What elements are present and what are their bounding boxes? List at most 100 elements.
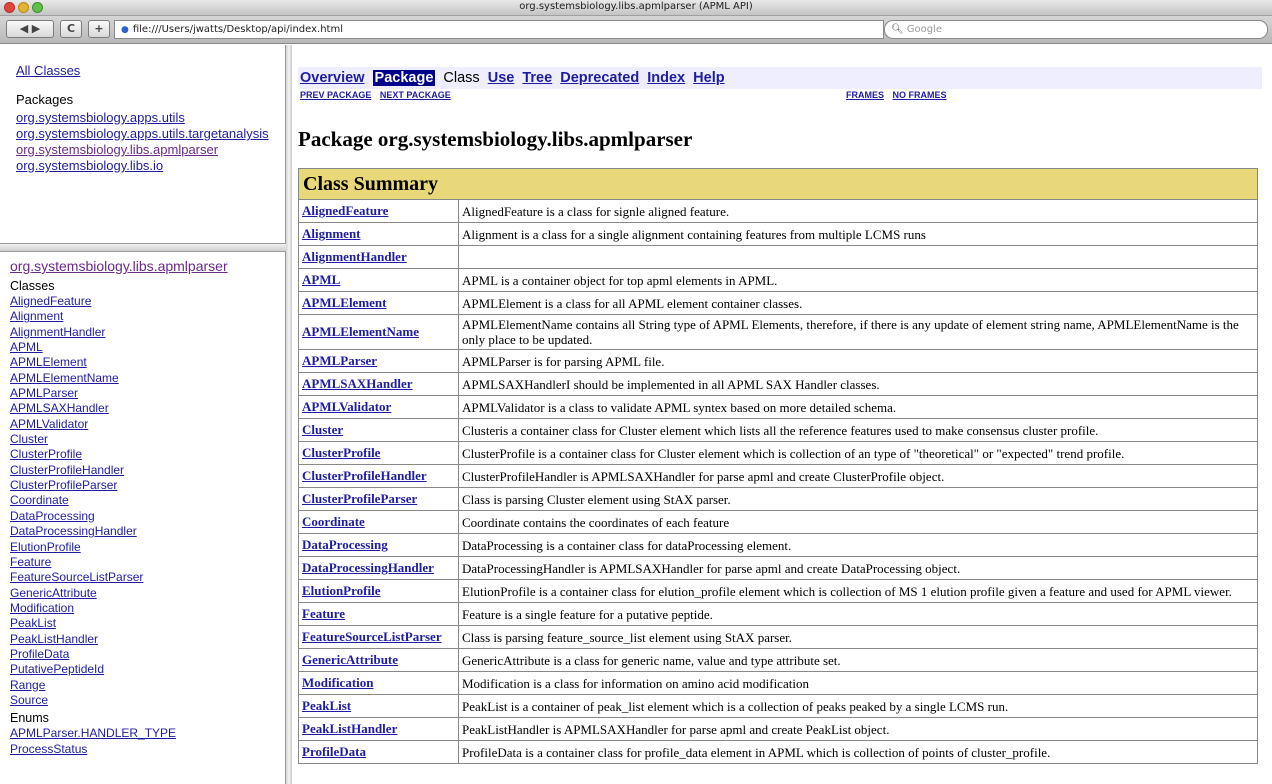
- class-name-link[interactable]: ClusterProfile: [298, 441, 459, 465]
- table-row: PeakListHandler PeakListHandler is APMLSA…: [298, 717, 1258, 741]
- nav-help-link[interactable]: Help: [693, 70, 724, 86]
- table-row: APMLElementName APMLElementName contains …: [298, 314, 1258, 350]
- class-link[interactable]: ProfileData: [10, 647, 285, 662]
- class-description: ClusterProfile is a container class for …: [458, 441, 1258, 465]
- class-name-link[interactable]: FeatureSourceListParser: [298, 625, 459, 649]
- class-name-link[interactable]: AlignmentHandler: [298, 245, 459, 269]
- class-link[interactable]: ClusterProfileHandler: [10, 463, 285, 478]
- class-name-link[interactable]: APMLValidator: [298, 395, 459, 419]
- enum-link[interactable]: APMLParser.HANDLER_TYPE: [10, 726, 285, 741]
- class-name-link[interactable]: APMLSAXHandler: [298, 372, 459, 396]
- class-description: [458, 245, 1258, 269]
- class-link[interactable]: APMLParser: [10, 386, 285, 401]
- table-row: APMLSAXHandler APMLSAXHandlerI should be …: [298, 372, 1258, 396]
- class-name-link[interactable]: Cluster: [298, 418, 459, 442]
- class-description: Feature is a single feature for a putati…: [458, 602, 1258, 626]
- table-row: Modification Modification is a class for …: [298, 671, 1258, 695]
- class-name-link[interactable]: Modification: [298, 671, 459, 695]
- class-name-link[interactable]: Feature: [298, 602, 459, 626]
- class-name-link[interactable]: APMLElement: [298, 291, 459, 315]
- class-list: AlignedFeature Alignment AlignmentHandler A…: [10, 294, 285, 708]
- class-link[interactable]: PutativePeptideId: [10, 662, 285, 677]
- frames-link[interactable]: FRAMES: [846, 90, 884, 100]
- class-link[interactable]: ClusterProfile: [10, 447, 285, 462]
- class-link[interactable]: AlignedFeature: [10, 294, 285, 309]
- class-name-link[interactable]: DataProcessing: [298, 533, 459, 557]
- class-link[interactable]: ClusterProfileParser: [10, 478, 285, 493]
- window-titlebar: org.systemsbiology.libs.apmlparser (APML…: [0, 0, 1272, 16]
- class-name-link[interactable]: PeakList: [298, 694, 459, 718]
- class-link[interactable]: Range: [10, 678, 285, 693]
- class-description: ProfileData is a container class for pro…: [458, 740, 1258, 764]
- classes-header: Classes: [10, 279, 55, 293]
- package-link[interactable]: org.systemsbiology.apps.utils.targetanal…: [16, 126, 285, 142]
- address-bar[interactable]: ● file:///Users/jwatts/Desktop/api/index.…: [114, 20, 884, 39]
- nav-overview-link[interactable]: Overview: [300, 70, 365, 86]
- all-classes-link[interactable]: All Classes: [16, 63, 285, 78]
- frame-splitter-horizontal[interactable]: [0, 243, 286, 252]
- class-link[interactable]: APMLValidator: [10, 417, 285, 432]
- class-link[interactable]: APMLElement: [10, 355, 285, 370]
- class-name-link[interactable]: ClusterProfileParser: [298, 487, 459, 511]
- package-link[interactable]: org.systemsbiology.libs.apmlparser: [16, 142, 285, 158]
- nav-index-link[interactable]: Index: [647, 70, 685, 86]
- enums-header: Enums: [10, 711, 49, 726]
- prev-package-link[interactable]: PREV PACKAGE: [300, 90, 371, 100]
- table-row: APML APML is a container object for top a…: [298, 268, 1258, 292]
- frames-links: FRAMES NO FRAMES: [846, 89, 953, 101]
- class-link[interactable]: FeatureSourceListParser: [10, 570, 285, 585]
- search-field[interactable]: 🔍︎ Google: [884, 20, 1268, 39]
- class-link[interactable]: Source: [10, 693, 285, 708]
- table-row: AlignedFeature AlignedFeature is a class …: [298, 199, 1258, 223]
- nav-tree-link[interactable]: Tree: [522, 70, 552, 86]
- table-row: APMLValidator APMLValidator is a class to…: [298, 395, 1258, 419]
- class-name-link[interactable]: ElutionProfile: [298, 579, 459, 603]
- class-link[interactable]: PeakListHandler: [10, 632, 285, 647]
- next-package-link[interactable]: NEXT PACKAGE: [380, 90, 451, 100]
- enum-list: APMLParser.HANDLER_TYPE ProcessStatus: [10, 726, 285, 757]
- class-link[interactable]: ElutionProfile: [10, 540, 285, 555]
- class-link[interactable]: Coordinate: [10, 493, 285, 508]
- no-frames-link[interactable]: NO FRAMES: [893, 90, 947, 100]
- enum-link[interactable]: ProcessStatus: [10, 742, 285, 757]
- class-name-link[interactable]: PeakListHandler: [298, 717, 459, 741]
- package-link[interactable]: org.systemsbiology.libs.io: [16, 158, 285, 174]
- class-name-link[interactable]: Coordinate: [298, 510, 459, 534]
- class-name-link[interactable]: ClusterProfileHandler: [298, 464, 459, 488]
- table-row: APMLParser APMLParser is for parsing APML…: [298, 349, 1258, 373]
- current-package-link[interactable]: org.systemsbiology.libs.apmlparser: [10, 258, 285, 274]
- nav-deprecated-link[interactable]: Deprecated: [560, 70, 639, 86]
- class-name-link[interactable]: GenericAttribute: [298, 648, 459, 672]
- package-link[interactable]: org.systemsbiology.apps.utils: [16, 110, 285, 126]
- class-link[interactable]: DataProcessing: [10, 509, 285, 524]
- class-description: APMLElementName contains all String type…: [458, 314, 1258, 350]
- class-link[interactable]: Feature: [10, 555, 285, 570]
- class-name-link[interactable]: APMLParser: [298, 349, 459, 373]
- table-row: APMLElement APMLElement is a class for al…: [298, 291, 1258, 315]
- class-name-link[interactable]: Alignment: [298, 222, 459, 246]
- class-name-link[interactable]: APML: [298, 268, 459, 292]
- class-description: Coordinate contains the coordinates of e…: [458, 510, 1258, 534]
- class-name-link[interactable]: AlignedFeature: [298, 199, 459, 223]
- reload-button[interactable]: C: [60, 20, 82, 38]
- class-link[interactable]: Modification: [10, 601, 285, 616]
- class-link[interactable]: PeakList: [10, 616, 285, 631]
- class-link[interactable]: APML: [10, 340, 285, 355]
- top-navbar: Overview Package Class Use Tree Deprecat…: [298, 67, 1262, 89]
- class-name-link[interactable]: APMLElementName: [298, 314, 459, 350]
- address-url: file:///Users/jwatts/Desktop/api/index.h…: [132, 24, 343, 35]
- class-link[interactable]: AlignmentHandler: [10, 325, 285, 340]
- class-link[interactable]: Cluster: [10, 432, 285, 447]
- class-name-link[interactable]: DataProcessingHandler: [298, 556, 459, 580]
- back-forward-button[interactable]: ◀ ▶: [6, 20, 54, 38]
- class-link[interactable]: GenericAttribute: [10, 586, 285, 601]
- class-link[interactable]: DataProcessingHandler: [10, 524, 285, 539]
- nav-use-link[interactable]: Use: [488, 70, 515, 86]
- packages-frame: All Classes Packages org.systemsbiology.…: [0, 45, 286, 243]
- add-bookmark-button[interactable]: +: [88, 20, 110, 38]
- class-link[interactable]: APMLElementName: [10, 371, 285, 386]
- class-link[interactable]: APMLSAXHandler: [10, 401, 285, 416]
- class-name-link[interactable]: ProfileData: [298, 740, 459, 764]
- class-description: GenericAttribute is a class for generic …: [458, 648, 1258, 672]
- class-link[interactable]: Alignment: [10, 309, 285, 324]
